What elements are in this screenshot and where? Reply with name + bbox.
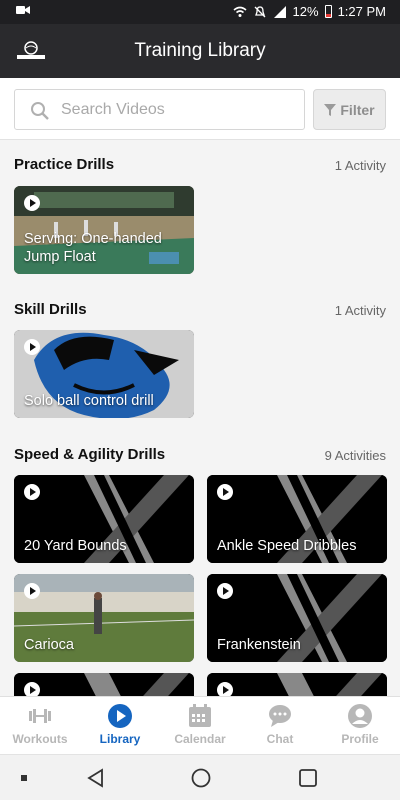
video-card[interactable]: Ankle Speed Dribbles	[207, 475, 387, 563]
filter-icon	[324, 103, 337, 116]
section-skill-drills: Skill Drills 1 Activity	[14, 301, 386, 318]
tab-calendar[interactable]: Calendar	[160, 697, 240, 754]
chat-icon	[269, 705, 291, 727]
x-logo-thumbnail	[207, 673, 387, 696]
search-bar-row: Search Videos Filter	[0, 78, 400, 140]
video-title: 20 Yard Bounds	[24, 538, 127, 554]
play-circle-icon	[108, 704, 132, 728]
section-count: 9 Activities	[324, 448, 386, 463]
play-icon	[24, 339, 40, 355]
video-card[interactable]	[14, 673, 194, 696]
filter-button[interactable]: Filter	[313, 89, 386, 130]
play-icon	[24, 195, 40, 211]
video-card[interactable]: Carioca	[14, 574, 194, 662]
video-card[interactable]: Frankenstein	[207, 574, 387, 662]
search-input[interactable]: Search Videos	[14, 89, 305, 130]
calendar-icon	[189, 704, 211, 727]
home-icon[interactable]	[191, 768, 211, 788]
play-icon	[24, 682, 40, 696]
section-count: 1 Activity	[334, 158, 386, 173]
tab-label: Profile	[341, 732, 379, 746]
do-not-disturb-icon	[254, 5, 266, 17]
status-bar: 12% 1:27 PM	[0, 0, 400, 24]
video-card[interactable]	[207, 673, 387, 696]
section-title: Speed & Agility Drills	[14, 446, 166, 463]
section-speed-agility-drills: Speed & Agility Drills 9 Activities	[14, 446, 386, 463]
video-camera-icon	[16, 4, 30, 19]
video-card[interactable]: 20 Yard Bounds	[14, 475, 194, 563]
play-icon	[217, 484, 233, 500]
video-title: Serving: One-handed Jump Float	[24, 231, 162, 265]
tab-label: Calendar	[174, 732, 226, 746]
play-icon	[217, 583, 233, 599]
tab-library[interactable]: Library	[80, 697, 160, 754]
video-title: Frankenstein	[217, 637, 301, 653]
bottom-tab-bar: Workouts Library Calendar Chat Profile	[0, 696, 400, 754]
video-card[interactable]: Serving: One-handed Jump Float	[14, 186, 194, 274]
section-practice-drills: Practice Drills 1 Activity	[14, 156, 386, 173]
dumbbell-icon	[29, 709, 51, 723]
section-count: 1 Activity	[334, 303, 386, 318]
play-icon	[24, 484, 40, 500]
filter-label: Filter	[340, 101, 375, 118]
tab-chat[interactable]: Chat	[240, 697, 320, 754]
system-nav-bar	[0, 754, 400, 800]
tab-label: Workouts	[12, 732, 68, 746]
video-card[interactable]: Solo ball control drill	[14, 330, 194, 418]
profile-icon	[348, 704, 372, 728]
battery-icon	[324, 5, 332, 18]
battery-percent: 12%	[292, 4, 319, 19]
wifi-icon	[233, 6, 247, 17]
tab-label: Chat	[266, 732, 294, 746]
x-logo-thumbnail	[14, 673, 194, 696]
video-title: Solo ball control drill	[24, 393, 154, 409]
tab-workouts[interactable]: Workouts	[0, 697, 80, 754]
video-title: Ankle Speed Dribbles	[217, 538, 357, 554]
section-title: Skill Drills	[14, 301, 87, 318]
recents-icon[interactable]	[298, 768, 318, 788]
section-title: Practice Drills	[14, 156, 115, 173]
page-title: Training Library	[134, 40, 266, 61]
tab-label: Library	[99, 732, 141, 746]
signal-icon	[273, 5, 286, 18]
search-icon	[31, 102, 49, 120]
library-content[interactable]: Practice Drills 1 Activity Serving: One-…	[0, 140, 400, 696]
menu-dot-icon[interactable]	[20, 774, 28, 782]
clock: 1:27 PM	[337, 4, 386, 19]
play-icon	[217, 682, 233, 696]
app-header: Training Library	[0, 24, 400, 78]
search-placeholder: Search Videos	[61, 101, 165, 118]
play-icon	[24, 583, 40, 599]
tab-profile[interactable]: Profile	[320, 697, 400, 754]
video-title: Carioca	[24, 637, 74, 653]
back-icon[interactable]	[86, 768, 106, 788]
